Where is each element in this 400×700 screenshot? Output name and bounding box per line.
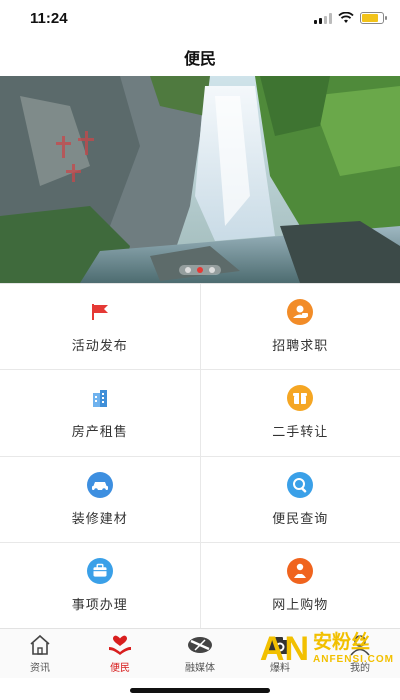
grid-row: 事项办理 网上购物 xyxy=(0,542,400,629)
tab-label: 便民 xyxy=(110,662,130,674)
grid-item-label: 二手转让 xyxy=(272,424,329,440)
carousel-dot[interactable] xyxy=(185,267,191,273)
carousel-indicator[interactable] xyxy=(179,265,221,275)
watermark-text: 安粉丝 ANFENSI.COM xyxy=(313,632,394,665)
tab-label: 融媒体 xyxy=(185,662,215,674)
tab-media[interactable]: 融媒体 xyxy=(160,629,240,678)
home-indicator xyxy=(130,688,270,693)
watermark-cn: 安粉丝 xyxy=(313,632,371,654)
car-icon xyxy=(86,471,113,498)
battery-icon xyxy=(360,12,387,24)
grid-item-label: 网上购物 xyxy=(272,596,329,612)
carousel-dot[interactable] xyxy=(209,267,215,273)
tab-convenience[interactable]: 便民 xyxy=(80,629,160,678)
grid-item-activity[interactable]: 活动发布 xyxy=(0,284,200,369)
carousel-dot-active[interactable] xyxy=(197,267,203,273)
grid-item-label: 事项办理 xyxy=(71,596,128,612)
status-time: 11:24 xyxy=(30,10,68,27)
briefcase-icon xyxy=(86,557,113,584)
service-grid: 活动发布 招聘求职 房产租售 二手转让 装修建材 便民查询 事项办理 网上购物 xyxy=(0,283,400,629)
grid-item-label: 招聘求职 xyxy=(272,338,329,354)
grid-row: 活动发布 招聘求职 xyxy=(0,284,400,371)
media-icon xyxy=(187,634,213,656)
tab-label: 资讯 xyxy=(30,662,50,674)
flag-icon xyxy=(87,299,113,325)
home-icon xyxy=(27,634,53,656)
signal-icon xyxy=(314,12,332,24)
grid-item-query[interactable]: 便民查询 xyxy=(199,456,400,542)
grid-item-affairs[interactable]: 事项办理 xyxy=(0,543,200,628)
grid-row: 房产租售 二手转让 xyxy=(0,370,400,457)
search-icon xyxy=(287,471,314,498)
shopper-icon xyxy=(287,557,314,584)
page-title: 便民 xyxy=(183,51,216,68)
wifi-icon xyxy=(338,12,354,23)
watermark-en: ANFENSI.COM xyxy=(313,653,394,665)
watermark-logo: AN 安粉丝 ANFENSI.COM xyxy=(260,632,394,666)
recruit-icon xyxy=(287,299,314,326)
grid-row: 装修建材 便民查询 xyxy=(0,456,400,543)
grid-item-shopping[interactable]: 网上购物 xyxy=(199,542,400,628)
gift-icon xyxy=(287,385,314,412)
grid-item-decoration[interactable]: 装修建材 xyxy=(0,457,200,542)
status-bar: 11:24 xyxy=(0,0,400,38)
grid-item-label: 活动发布 xyxy=(71,338,128,354)
nav-bar: 便民 xyxy=(0,38,400,76)
grid-item-label: 房产租售 xyxy=(71,424,128,440)
heart-hand-icon xyxy=(107,634,133,656)
grid-item-secondhand[interactable]: 二手转让 xyxy=(199,370,400,456)
grid-item-label: 装修建材 xyxy=(71,510,128,526)
grid-item-recruit[interactable]: 招聘求职 xyxy=(199,284,400,370)
banner-image xyxy=(0,76,400,283)
status-icons xyxy=(314,12,387,24)
tab-news[interactable]: 资讯 xyxy=(0,629,80,678)
building-icon xyxy=(87,385,113,411)
grid-item-label: 便民查询 xyxy=(272,510,329,526)
banner-carousel[interactable] xyxy=(0,76,400,283)
watermark-mark: AN xyxy=(259,630,309,668)
grid-item-housing[interactable]: 房产租售 xyxy=(0,370,200,455)
